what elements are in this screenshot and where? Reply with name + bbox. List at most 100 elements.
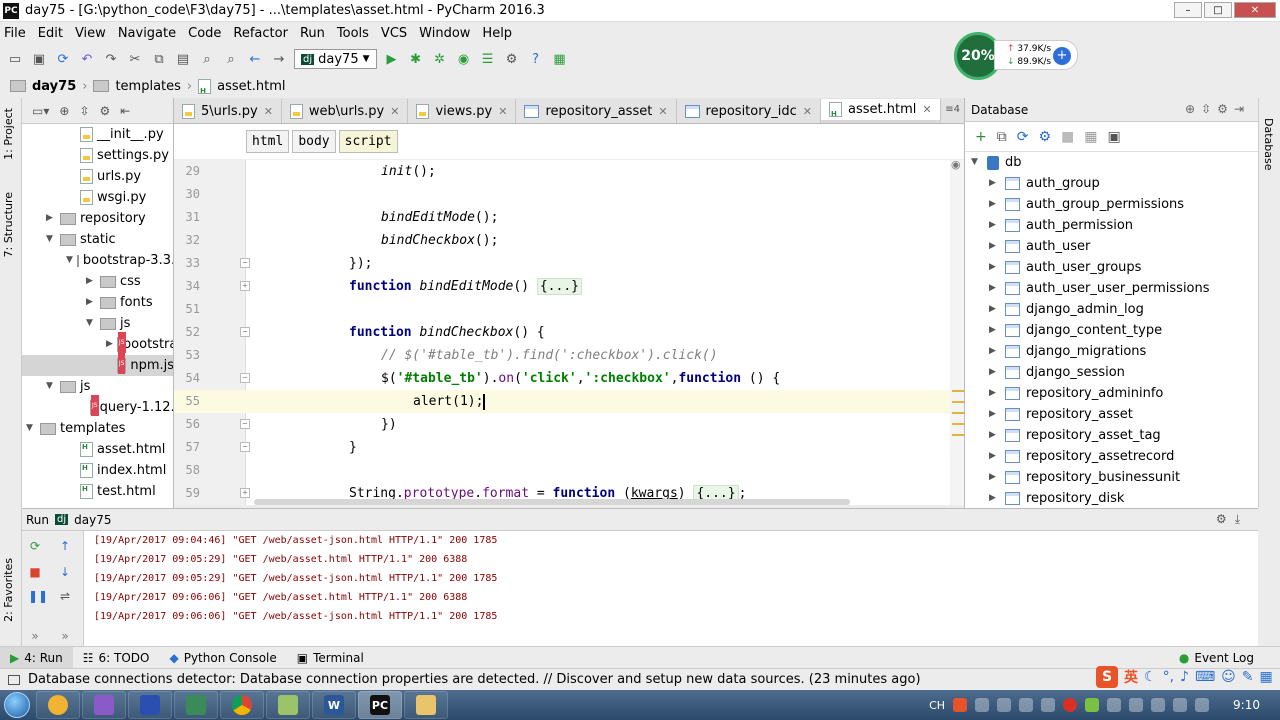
plus-tray-icon[interactable] — [1085, 698, 1100, 712]
db-table-item[interactable]: ▶ auth_user_groups — [989, 257, 1141, 278]
help-tray-icon[interactable] — [975, 698, 990, 712]
refresh-icon[interactable]: ⟳ — [1017, 129, 1029, 145]
close-button[interactable]: ✕ — [1234, 2, 1276, 18]
plus-icon[interactable]: + — [1053, 47, 1071, 65]
ime-language[interactable]: 英 — [1124, 667, 1138, 687]
code-line[interactable]: 32 bindCheckbox(); — [174, 229, 954, 252]
code-line[interactable]: 52 − function bindCheckbox() { — [174, 321, 954, 344]
menu-view[interactable]: View — [75, 26, 106, 41]
tree-item[interactable]: __init__.py — [22, 124, 173, 145]
tag-crumb-script[interactable]: script — [338, 130, 398, 153]
chevron-right-icon[interactable]: ▶ — [989, 488, 999, 508]
close-icon[interactable]: ✕ — [264, 105, 273, 118]
chevron-right-icon[interactable]: ▶ — [46, 208, 56, 229]
soft-wrap-icon[interactable]: ⇌ — [58, 589, 72, 603]
chevron-right-icon[interactable]: ▶ — [989, 257, 999, 278]
tree-item[interactable]: ▼ templates — [22, 418, 173, 439]
taskbar-app-chrome[interactable] — [220, 691, 264, 719]
tab-urls-partial[interactable]: 5\urls.py ✕ — [174, 99, 282, 123]
menu-refactor[interactable]: Refactor — [233, 26, 288, 41]
tree-item[interactable]: ▼ js — [22, 313, 173, 334]
chevron-right-icon[interactable]: ▶ — [989, 467, 999, 488]
code-line[interactable]: 58 — [174, 459, 954, 482]
code-line[interactable]: 55 alert(1); — [174, 390, 954, 413]
tree-item[interactable]: ▶ css — [22, 271, 173, 292]
chevron-right-icon[interactable]: ▶ — [106, 334, 113, 355]
open-folder-icon[interactable]: ▭ — [6, 50, 24, 68]
gear-icon[interactable]: ⚙ — [1216, 512, 1235, 526]
tab-todo[interactable]: ☷ 6: TODO — [73, 647, 160, 669]
chevron-right-icon[interactable]: ▶ — [989, 404, 999, 425]
db-table-item[interactable]: ▶ repository_asset_tag — [989, 425, 1161, 446]
db-table-item[interactable]: ▶ repository_admininfo — [989, 383, 1163, 404]
redo-icon[interactable]: ↷ — [102, 50, 120, 68]
chevron-right-icon[interactable]: ▶ — [989, 236, 999, 257]
sync-icon[interactable]: ⟳ — [54, 50, 72, 68]
start-button[interactable] — [0, 690, 34, 720]
breadcrumb-file[interactable]: asset.html — [217, 79, 285, 94]
db-table-item[interactable]: ▶ auth_permission — [989, 215, 1133, 236]
code-editor[interactable]: 29 init(); 30 31 bindEditMode(); 32 bindCheckb… — [174, 160, 964, 505]
close-icon[interactable]: ✕ — [658, 105, 667, 118]
project-tool-tab[interactable]: 1: Project — [2, 108, 15, 160]
table-view-icon[interactable]: ▦ — [1084, 129, 1097, 145]
tree-item[interactable]: asset.html — [22, 437, 173, 460]
run-icon[interactable]: ▶ — [383, 50, 401, 68]
gear-icon[interactable]: ⊕ — [1185, 102, 1201, 116]
pause-icon[interactable]: ❚❚ — [28, 589, 48, 603]
menu-code[interactable]: Code — [188, 26, 221, 41]
tree-item[interactable]: ▼ static — [22, 229, 173, 250]
code-line[interactable]: 51 — [174, 298, 954, 321]
code-line[interactable]: 34 + function bindEditMode() {...} — [174, 275, 954, 298]
database-tool-tab[interactable]: Database — [1262, 118, 1275, 171]
menu-file[interactable]: File — [4, 26, 26, 41]
volume-icon[interactable] — [1173, 698, 1188, 712]
gear-icon[interactable]: ⚙ — [100, 104, 111, 118]
hide-icon[interactable]: ⇤ — [120, 104, 130, 118]
db-table-item[interactable]: ▶ django_session — [989, 362, 1125, 383]
tree-item[interactable]: wsgi.py — [22, 187, 173, 208]
target-icon[interactable]: ⊕ — [59, 104, 69, 118]
view-mode-icon[interactable]: ▭▾ — [32, 104, 49, 118]
sogou-tray-icon[interactable] — [953, 698, 968, 712]
taskbar-app-pycharm[interactable]: PC — [358, 691, 402, 719]
code-line[interactable]: 31 bindEditMode(); — [174, 206, 954, 229]
datasource-properties-icon[interactable]: ⚙ — [1038, 129, 1051, 145]
stop-icon[interactable]: ■ — [1061, 129, 1074, 145]
run-config-select[interactable]: dj day75 ▼ — [294, 49, 377, 69]
code-line[interactable]: 29 init(); — [174, 160, 954, 183]
db-table-item[interactable]: ▶ repository_assetrecord — [989, 446, 1174, 467]
find-icon[interactable]: ⌕ — [198, 50, 216, 68]
tab-run[interactable]: ▶ 4: Run — [0, 646, 73, 669]
editor-vertical-scrollbar[interactable]: ◉ — [950, 160, 964, 505]
taskbar-app-browser[interactable] — [36, 691, 80, 719]
tree-item[interactable]: index.html — [22, 458, 173, 481]
sogou-logo-icon[interactable]: S — [1096, 666, 1118, 688]
hide-icon[interactable]: ⇥ — [1234, 102, 1250, 116]
tab-repository-idc[interactable]: repository_idc ✕ — [677, 99, 821, 123]
tree-item[interactable]: ▶ bootstrap — [22, 332, 173, 355]
tab-python-console[interactable]: ◆ Python Console — [159, 647, 286, 669]
console-icon[interactable]: ▣ — [1108, 129, 1121, 145]
chevron-right-icon[interactable]: ▶ — [989, 383, 999, 404]
app-tray-icon[interactable] — [1041, 698, 1056, 712]
tab-repository-asset[interactable]: repository_asset ✕ — [516, 99, 677, 123]
close-icon[interactable]: ✕ — [390, 105, 399, 118]
user-icon[interactable]: ☺ — [1221, 669, 1236, 685]
microphone-icon[interactable]: ♪ — [1180, 669, 1189, 685]
db-table-item[interactable]: ▶ django_content_type — [989, 320, 1162, 341]
code-line[interactable]: 54 − $('#table_tb').on('click',':checkbox'… — [174, 367, 954, 390]
window-tray-icon[interactable] — [1129, 698, 1144, 712]
close-icon[interactable]: ✕ — [922, 103, 931, 116]
menu-run[interactable]: Run — [300, 26, 325, 41]
paste-icon[interactable]: ▤ — [174, 50, 192, 68]
flag-icon[interactable] — [1195, 698, 1210, 712]
eye-icon[interactable]: ◉ — [951, 160, 961, 171]
cut-icon[interactable]: ✂ — [126, 50, 144, 68]
security-tray-icon[interactable] — [1063, 698, 1078, 712]
db-table-item[interactable]: ▶ repository_disk — [989, 488, 1124, 508]
chevron-right-icon[interactable]: ▶ — [989, 173, 999, 194]
chevron-down-icon[interactable]: ▼ — [46, 229, 56, 250]
taskbar-app-network[interactable] — [174, 691, 218, 719]
stop-icon[interactable]: ■ — [28, 565, 42, 579]
